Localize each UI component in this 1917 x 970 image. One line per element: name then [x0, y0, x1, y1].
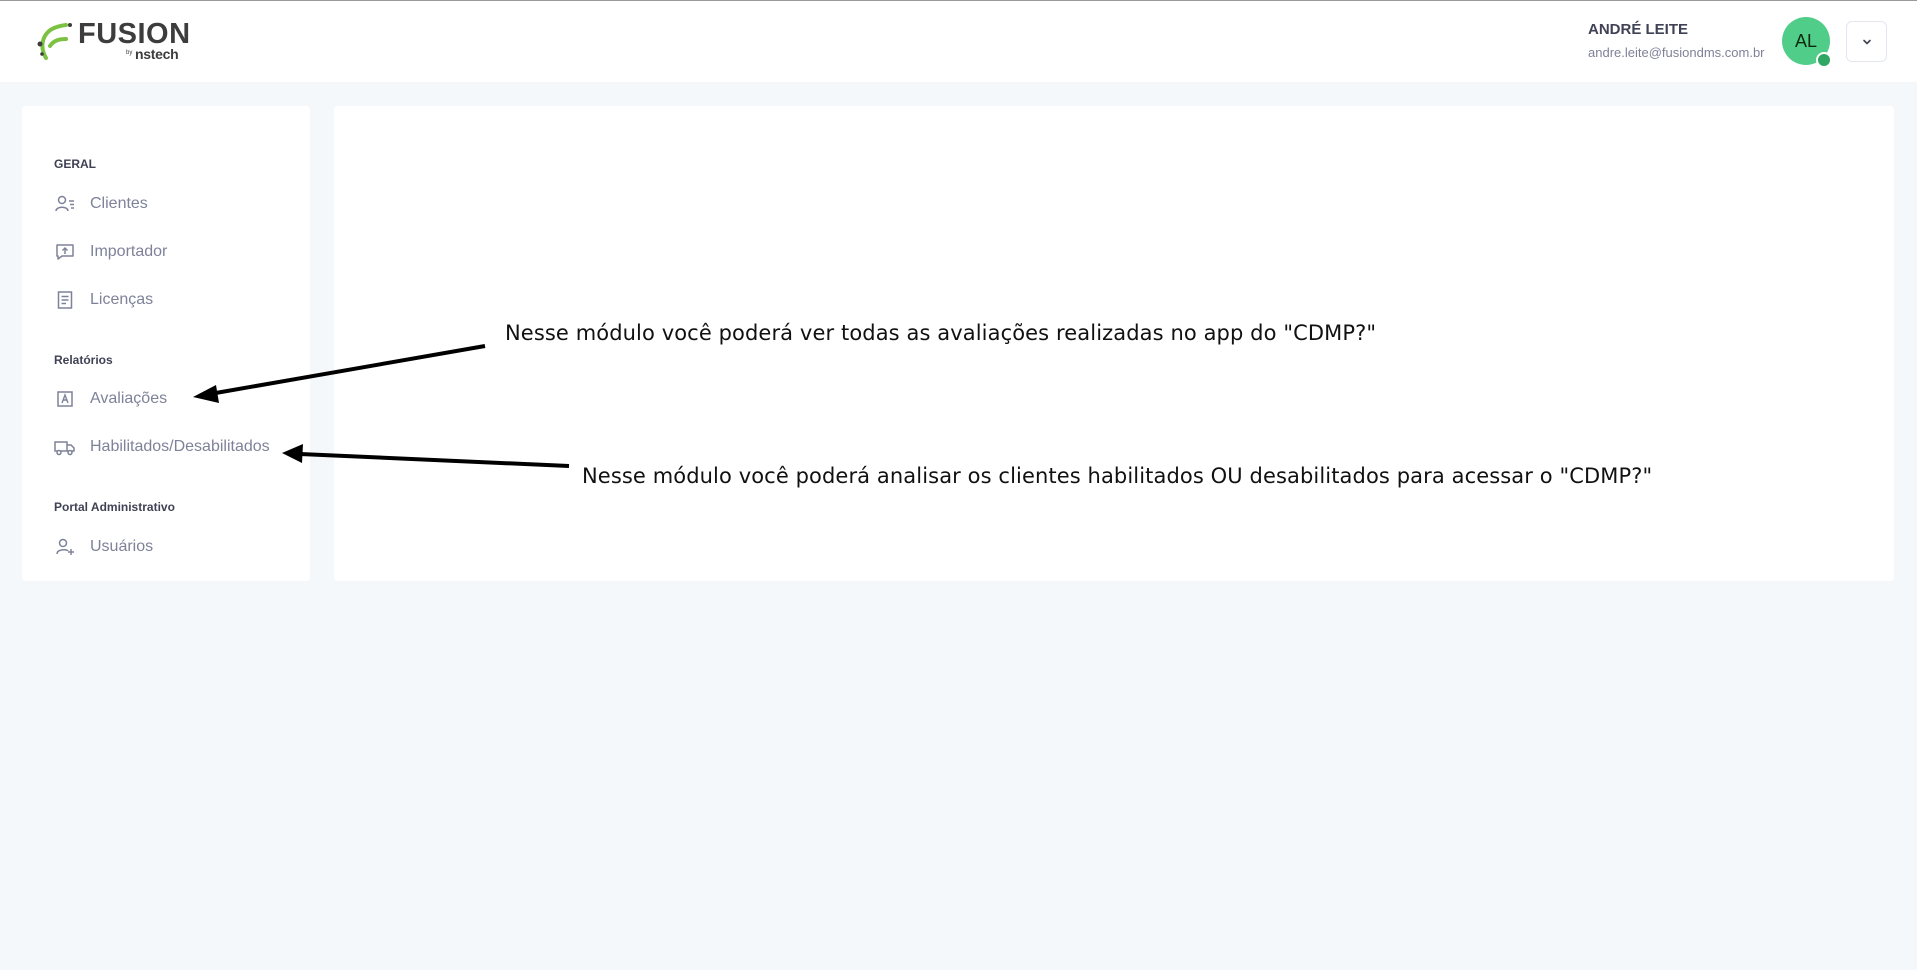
annotation-avaliacoes: Nesse módulo você poderá ver todas as av… [505, 321, 1377, 345]
sidebar-item-label: Licenças [90, 291, 154, 308]
brand-by: by [126, 50, 133, 56]
sidebar-item-label: Importador [90, 243, 168, 260]
evaluation-icon [54, 388, 76, 410]
sidebar-item-label: Avaliações [90, 390, 168, 407]
user-email: andre.leite@fusiondms.com.br [1588, 45, 1765, 60]
top-bar: FUSION by nstech ANDRÉ LEITE andre.leite… [0, 1, 1917, 82]
sidebar-item-label: Usuários [90, 538, 154, 555]
fusion-logo-mark-icon [37, 23, 72, 60]
fusion-logo[interactable]: FUSION by nstech [36, 18, 196, 64]
user-list-icon [54, 193, 76, 215]
annotation-habilitados: Nesse módulo você poderá analisar os cli… [582, 464, 1653, 488]
section-title-geral: GERAL [54, 157, 96, 171]
truck-icon [54, 436, 76, 458]
sidebar-item-label: Habilitados/Desabilitados [90, 438, 270, 455]
sidebar-item-usuarios[interactable]: Usuários [54, 532, 153, 562]
sidebar: GERAL Clientes Importador Licenças Relat… [22, 106, 310, 581]
sidebar-item-habilitados[interactable]: Habilitados/Desabilitados [54, 432, 270, 462]
section-title-relatorios: Relatórios [54, 353, 113, 367]
section-title-portal: Portal Administrativo [54, 500, 175, 514]
sidebar-item-clientes[interactable]: Clientes [54, 189, 148, 219]
document-icon [54, 289, 76, 311]
online-status-badge [1816, 52, 1832, 68]
sidebar-item-label: Clientes [90, 195, 148, 212]
sidebar-item-avaliacoes[interactable]: Avaliações [54, 384, 167, 414]
sidebar-item-importador[interactable]: Importador [54, 237, 167, 267]
company-name: nstech [135, 46, 179, 62]
chevron-down-icon [1862, 39, 1871, 44]
upload-icon [54, 241, 76, 263]
user-name: ANDRÉ LEITE [1588, 21, 1689, 38]
user-add-icon [54, 536, 76, 558]
user-menu-button[interactable] [1846, 21, 1887, 62]
sidebar-item-licencas[interactable]: Licenças [54, 285, 153, 315]
